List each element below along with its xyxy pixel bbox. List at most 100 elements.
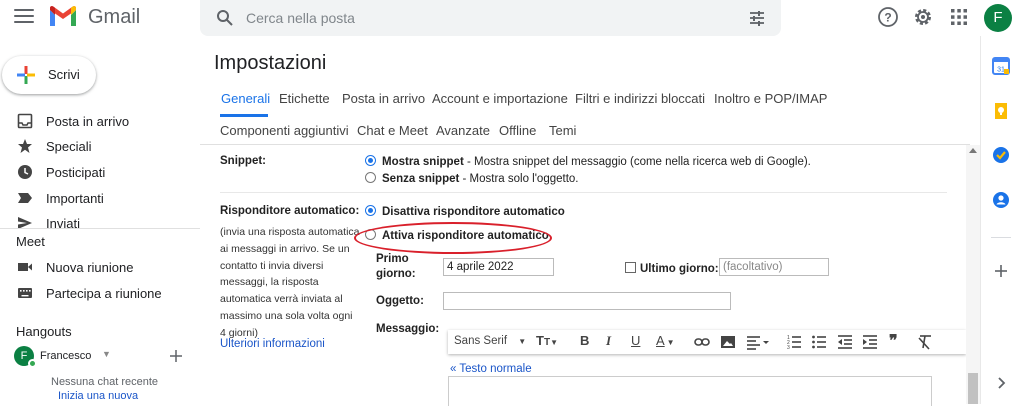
page-title: Impostazioni	[214, 52, 327, 74]
settings-gear-icon[interactable]	[912, 6, 934, 28]
auto-reply-off-option[interactable]: Disattiva risponditore automatico	[365, 205, 565, 218]
decrease-indent-icon[interactable]	[837, 334, 853, 350]
sidebar-item-starred[interactable]: Speciali	[0, 133, 200, 159]
radio-button[interactable]	[365, 155, 376, 166]
increase-indent-icon[interactable]	[862, 334, 878, 350]
hangouts-user-name: Francesco	[40, 350, 92, 362]
compose-button[interactable]: Scrivi	[2, 56, 96, 94]
help-icon[interactable]: ?	[877, 6, 899, 28]
keep-icon[interactable]	[992, 102, 1010, 120]
apps-grid-icon[interactable]	[948, 6, 970, 28]
link-icon[interactable]	[694, 334, 710, 350]
align-icon[interactable]	[746, 334, 770, 350]
meet-join-meeting[interactable]: Partecipa a riunione	[0, 280, 200, 306]
radio-button[interactable]	[365, 172, 376, 183]
plain-text-link[interactable]: « Testo normale	[450, 363, 532, 375]
start-chat-link[interactable]: Inizia una nuova	[58, 390, 138, 399]
sidebar-item-important[interactable]: Importanti	[0, 185, 200, 211]
hangouts-section-title: Hangouts	[16, 324, 72, 339]
radio-button[interactable]	[365, 205, 376, 216]
last-day-checkbox[interactable]	[625, 262, 636, 273]
tab-filters[interactable]: Filtri e indirizzi bloccati	[575, 91, 705, 106]
sidebar-item-label: Importanti	[46, 191, 104, 206]
search-input[interactable]	[246, 8, 696, 28]
message-editor[interactable]	[448, 376, 932, 406]
meet-section-title: Meet	[16, 234, 45, 249]
first-day-label-line2: giorno:	[376, 268, 416, 280]
account-avatar[interactable]: F	[984, 4, 1012, 32]
message-label: Messaggio:	[376, 323, 440, 335]
important-icon	[18, 193, 32, 203]
calendar-icon[interactable]: 31	[992, 57, 1010, 75]
star-icon	[18, 139, 32, 153]
settings-row-divider	[220, 192, 947, 193]
settings-scrollbar[interactable]	[966, 145, 980, 404]
option-title: Mostra snippet	[382, 156, 464, 168]
tasks-icon[interactable]	[992, 146, 1010, 164]
last-day-label: Ultimo giorno:	[640, 263, 719, 275]
svg-text:3: 3	[787, 345, 790, 350]
scroll-up-arrow-icon[interactable]	[969, 148, 977, 153]
bulleted-list-icon[interactable]	[811, 334, 827, 350]
insert-image-icon[interactable]	[720, 334, 736, 350]
tab-forwarding[interactable]: Inoltro e POP/IMAP	[714, 91, 827, 106]
quote-icon[interactable]: ❞	[889, 331, 898, 350]
scroll-thumb[interactable]	[968, 373, 978, 404]
gmail-logo-icon[interactable]	[48, 6, 78, 33]
snippet-hide-option[interactable]: Senza snippet - Mostra solo l'oggetto.	[365, 172, 579, 185]
learn-more-link[interactable]: Ulteriori informazioni	[220, 338, 325, 350]
online-status-icon	[28, 359, 37, 368]
settings-main: Impostazioni Generali Etichette Posta in…	[200, 36, 980, 406]
main-menu-icon[interactable]	[14, 9, 34, 27]
compose-plus-icon	[17, 66, 35, 84]
tab-general[interactable]: Generali	[221, 91, 270, 106]
inbox-icon	[17, 113, 33, 129]
tab-advanced[interactable]: Avanzate	[436, 123, 490, 138]
tabs-divider	[200, 144, 970, 145]
compose-label: Scrivi	[48, 67, 80, 82]
subject-input[interactable]	[443, 292, 731, 310]
snippet-label: Snippet:	[220, 155, 266, 167]
tab-themes[interactable]: Temi	[549, 123, 576, 138]
italic-icon[interactable]: I	[606, 333, 611, 349]
add-addon-icon[interactable]	[992, 262, 1010, 280]
text-color-icon[interactable]: A ▼	[656, 333, 675, 349]
sidebar-item-sent[interactable]: Inviati	[0, 210, 200, 228]
expand-panel-chevron-icon[interactable]	[992, 374, 1010, 392]
search-icon[interactable]	[216, 9, 234, 27]
tab-chat-meet[interactable]: Chat e Meet	[357, 123, 428, 138]
side-panel-divider	[991, 237, 1011, 238]
subject-label: Oggetto:	[376, 295, 424, 307]
tab-inbox[interactable]: Posta in arrivo	[342, 91, 425, 106]
tab-offline[interactable]: Offline	[499, 123, 536, 138]
status-dropdown-icon[interactable]: ▼	[102, 349, 111, 359]
tab-accounts[interactable]: Account e importazione	[432, 91, 568, 106]
option-title: Senza snippet	[382, 173, 460, 185]
numbered-list-icon[interactable]: 123	[786, 334, 802, 350]
meet-new-meeting[interactable]: Nuova riunione	[0, 254, 200, 280]
contacts-icon[interactable]	[992, 191, 1010, 209]
sidebar-item-inbox[interactable]: Posta in arrivo	[0, 108, 200, 134]
first-day-label-line1: Primo	[376, 253, 409, 265]
snippet-show-option[interactable]: Mostra snippet - Mostra snippet del mess…	[365, 155, 811, 168]
highlight-annotation	[354, 222, 552, 254]
keyboard-icon	[18, 288, 32, 298]
font-size-icon[interactable]: TT▼	[536, 333, 558, 349]
bold-icon[interactable]: B	[580, 333, 589, 349]
search-bar	[200, 0, 781, 36]
last-day-option[interactable]: Ultimo giorno:	[625, 262, 719, 275]
search-options-icon[interactable]	[748, 9, 766, 27]
video-icon	[18, 263, 32, 271]
font-family-select[interactable]: Sans Serif ▼	[454, 335, 526, 351]
remove-formatting-icon[interactable]	[917, 334, 933, 350]
underline-icon[interactable]: U	[631, 333, 640, 349]
sidebar-item-label: Speciali	[46, 139, 92, 154]
add-chat-icon[interactable]	[169, 349, 183, 363]
sidebar-clipped-area: Inviati	[0, 210, 200, 228]
tab-addons[interactable]: Componenti aggiuntivi	[220, 123, 349, 138]
first-day-input[interactable]	[443, 258, 554, 276]
no-chats-text: Nessuna chat recente	[51, 376, 159, 388]
tab-labels[interactable]: Etichette	[279, 91, 330, 106]
sidebar-item-snoozed[interactable]: Posticipati	[0, 159, 200, 185]
last-day-input[interactable]	[719, 258, 829, 276]
